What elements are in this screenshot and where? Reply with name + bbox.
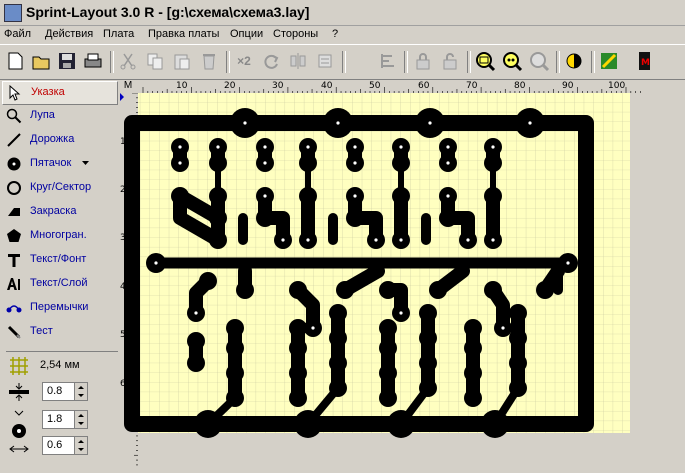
tool-track-label: Дорожка — [30, 133, 75, 145]
tool-pad[interactable]: Пятачок — [2, 153, 116, 175]
menu-actions[interactable]: Действия — [45, 28, 93, 40]
paste-icon[interactable] — [171, 50, 193, 72]
test-probe-icon — [7, 325, 21, 339]
photo-view-icon[interactable] — [563, 50, 585, 72]
tool-panel: Указка Лупа Дорожка Пятачок Круг/Сектор … — [0, 79, 118, 473]
ruler-h-label: 90 — [562, 81, 574, 91]
menu-board-edit[interactable]: Правка платы — [148, 28, 219, 40]
open-file-icon[interactable] — [30, 50, 52, 72]
spin-arrows[interactable] — [74, 437, 87, 454]
menu-file[interactable]: Файл — [4, 28, 31, 40]
tool-jumper-label: Перемычки — [30, 301, 89, 313]
tool-pointer[interactable]: Указка — [2, 81, 118, 105]
ruler-h-label: 80 — [514, 81, 526, 91]
save-icon[interactable] — [56, 50, 78, 72]
grid-icon[interactable] — [8, 355, 30, 377]
mirror-icon[interactable] — [287, 50, 309, 72]
pad-size-icon — [9, 410, 29, 453]
tool-test-label: Тест — [30, 325, 53, 337]
magnifier-icon — [6, 108, 22, 124]
pad-inner-value: 0.6 — [47, 439, 63, 451]
svg-text:M: M — [641, 58, 650, 68]
rotate-icon[interactable] — [314, 50, 336, 72]
title-bar: Sprint-Layout 3.0 R - [g:\схема\схема3.l… — [0, 0, 685, 26]
ruler-h-label: 100 — [608, 81, 625, 91]
menu-bar: Файл Действия Плата Правка платы Опции С… — [0, 25, 685, 44]
ruler-h-label: 30 — [272, 81, 284, 91]
new-file-icon[interactable] — [4, 50, 26, 72]
zoom-window-icon[interactable] — [474, 50, 496, 72]
window-title: Sprint-Layout 3.0 R - [g:\схема\схема3.l… — [26, 4, 310, 20]
grid-size-label[interactable]: 2,54 мм — [40, 359, 80, 371]
text-layer-icon — [7, 278, 20, 290]
ruler-h-label: 10 — [176, 81, 188, 91]
app-icon — [4, 4, 22, 22]
tool-fill[interactable]: Закраска — [2, 201, 116, 223]
tool-pointer-label: Указка — [31, 86, 65, 98]
fill-icon — [8, 208, 20, 216]
board-canvas-area: M 10 20 30 40 50 60 70 80 90 100 10 20 3… — [118, 79, 685, 473]
tool-track[interactable]: Дорожка — [2, 129, 116, 151]
cut-icon[interactable] — [117, 50, 139, 72]
text-icon — [8, 254, 20, 267]
redo-icon[interactable] — [260, 50, 282, 72]
tool-polygon[interactable]: Многогран. — [2, 225, 116, 247]
pad-icon — [7, 157, 21, 171]
polygon-icon — [7, 229, 21, 242]
circle-icon — [7, 181, 21, 195]
tool-circle-label: Круг/Сектор — [30, 181, 92, 193]
delete-icon[interactable] — [198, 50, 220, 72]
tool-magnifier[interactable]: Лупа — [2, 105, 116, 127]
pad-outer-value: 1.8 — [47, 413, 63, 425]
track-width-spinner[interactable]: 0.8 — [42, 382, 88, 401]
zoom-x2-icon[interactable]: ×2 — [233, 50, 255, 72]
tool-magnifier-label: Лупа — [30, 109, 55, 121]
track-icon — [7, 133, 21, 147]
spin-arrows[interactable] — [74, 411, 87, 428]
ruler-corner[interactable]: M — [118, 79, 138, 93]
spin-arrows[interactable] — [74, 383, 87, 400]
track-width-value: 0.8 — [47, 385, 63, 397]
align-icon[interactable] — [377, 50, 399, 72]
toolbar: ×2 M — [0, 44, 685, 80]
pad-inner-spinner[interactable]: 0.6 — [42, 436, 88, 455]
menu-help[interactable]: ? — [332, 28, 338, 40]
tool-text-layer[interactable]: Текст/Слой — [2, 273, 116, 295]
tool-text-label: Текст/Фонт — [30, 253, 87, 265]
tool-test[interactable]: Тест — [2, 321, 116, 343]
ruler-h-label: 40 — [321, 81, 333, 91]
zoom-all-icon[interactable] — [528, 50, 550, 72]
jumper-icon — [6, 305, 22, 313]
autoroute-icon[interactable] — [598, 50, 620, 72]
macro-icon[interactable]: M — [633, 50, 655, 72]
menu-sides[interactable]: Стороны — [273, 28, 318, 40]
copy-icon[interactable] — [144, 50, 166, 72]
chevron-down-icon[interactable] — [82, 161, 89, 166]
tool-jumper[interactable]: Перемычки — [2, 297, 116, 319]
ruler-h-label: 60 — [418, 81, 430, 91]
pad-outer-spinner[interactable]: 1.8 — [42, 410, 88, 429]
print-icon[interactable] — [82, 50, 104, 72]
ruler-h-label: 50 — [369, 81, 381, 91]
menu-options[interactable]: Опции — [230, 28, 263, 40]
track-width-icon — [9, 383, 29, 401]
tool-fill-label: Закраска — [30, 205, 77, 217]
tool-polygon-label: Многогран. — [30, 229, 87, 241]
tool-text-layer-label: Текст/Слой — [30, 277, 88, 289]
ruler-h-label: 70 — [466, 81, 478, 91]
lock-icon[interactable] — [412, 50, 434, 72]
menu-board[interactable]: Плата — [103, 28, 134, 40]
unlock-icon[interactable] — [439, 50, 461, 72]
pointer-icon — [9, 85, 21, 101]
pcb-board[interactable]: 10 20 30 40 50 60 — [118, 93, 638, 473]
ruler-h-label: 20 — [224, 81, 236, 91]
horizontal-ruler: 10 20 30 40 50 60 70 80 90 100 — [142, 81, 641, 93]
zoom-fit-icon[interactable] — [501, 50, 523, 72]
tool-text[interactable]: Текст/Фонт — [2, 249, 116, 271]
tool-circle[interactable]: Круг/Сектор — [2, 177, 116, 199]
tool-pad-label: Пятачок — [30, 157, 72, 169]
